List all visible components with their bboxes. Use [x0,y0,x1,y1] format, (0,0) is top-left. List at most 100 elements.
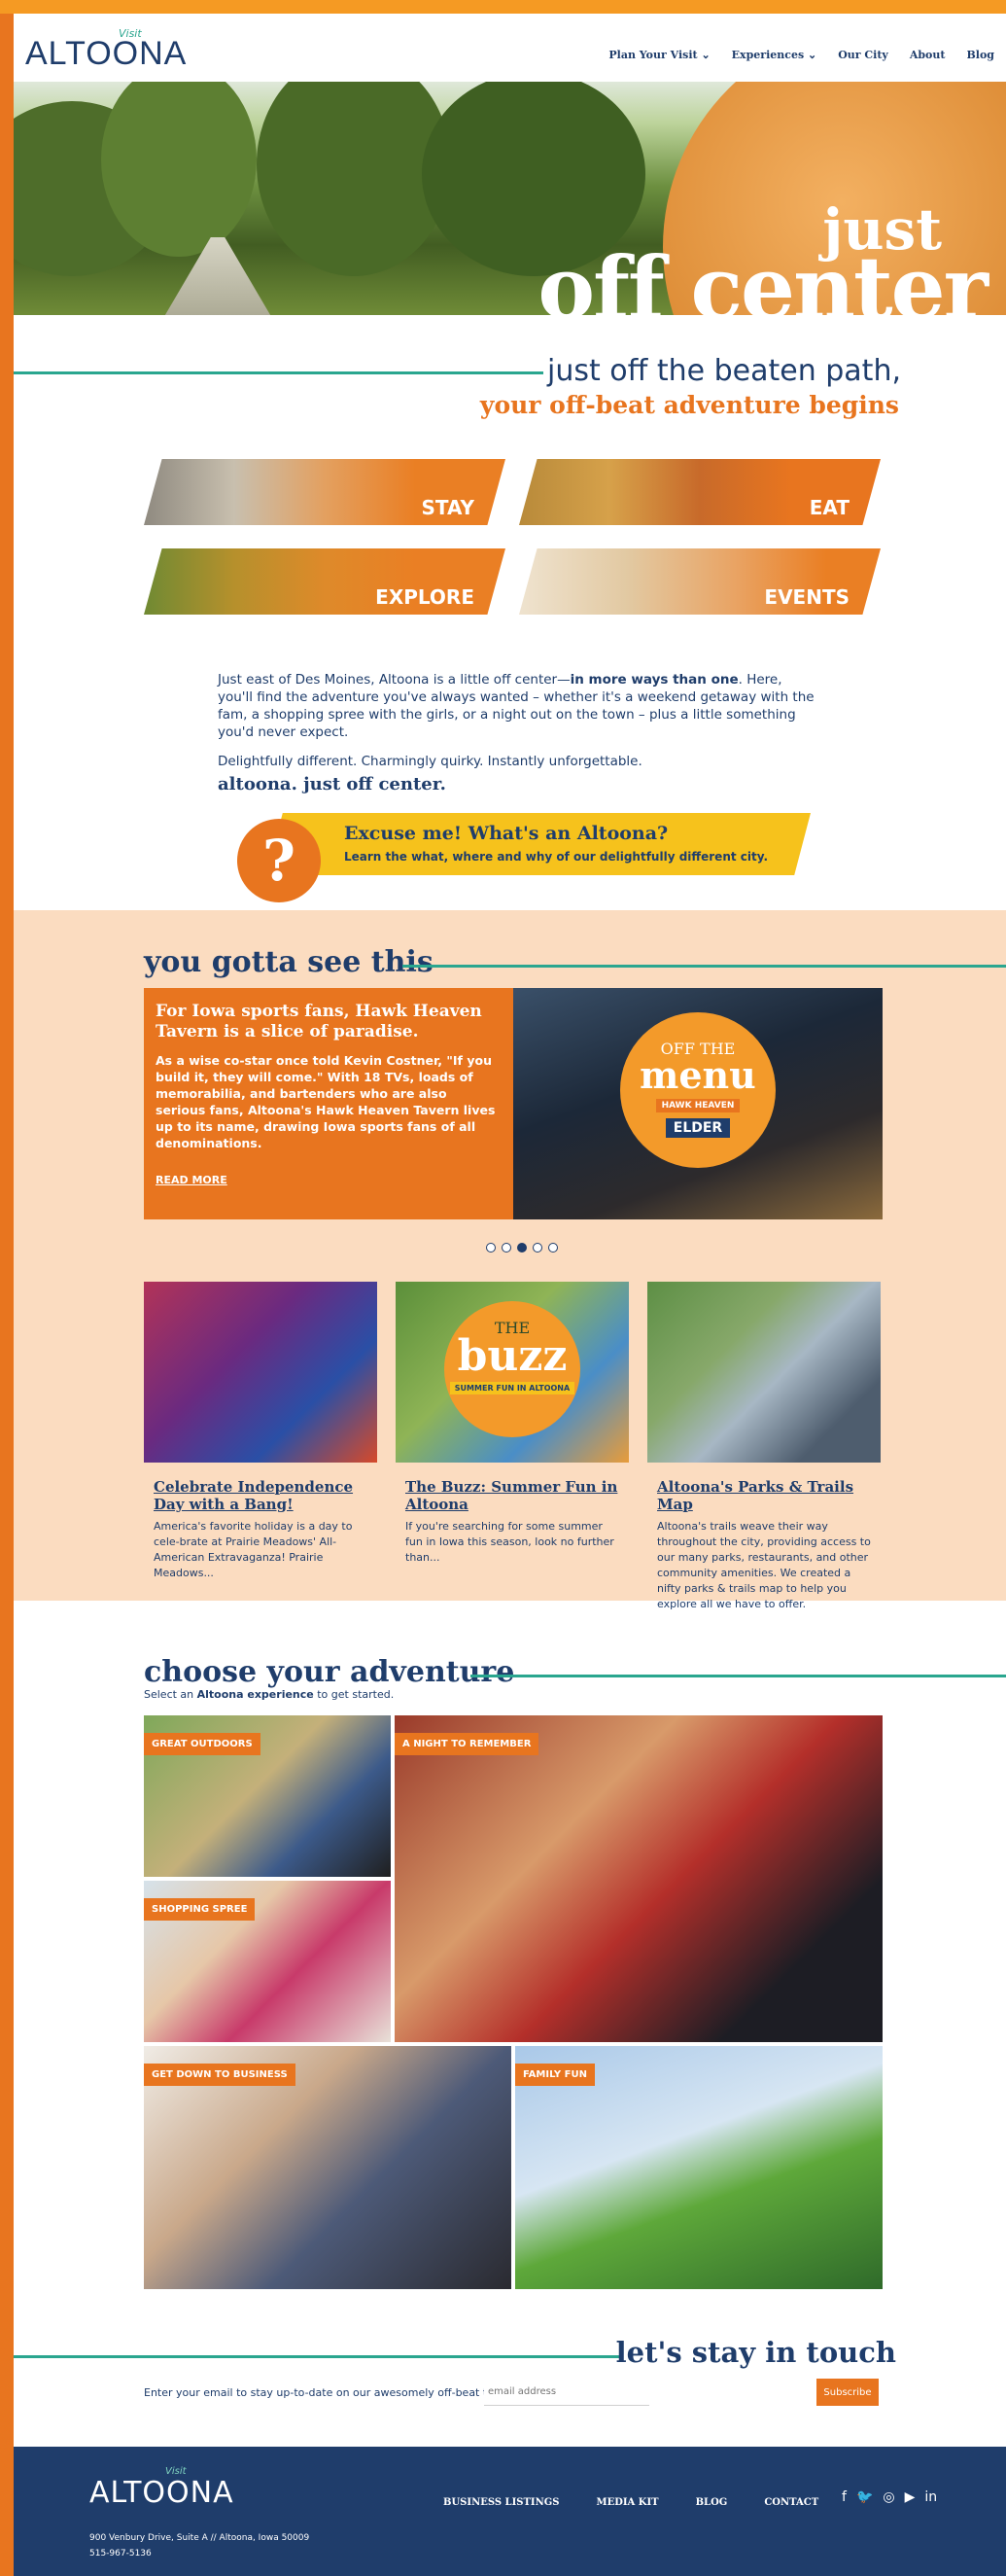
hero-headline-bottom: off center [538,237,989,315]
see-this-rule [402,965,1006,968]
intro-text: Just east of Des Moines, Altoona is a li… [218,671,820,805]
featured-text: For Iowa sports fans, Hawk Heaven Tavern… [156,1002,496,1151]
badge-great-outdoors: GREAT OUTDOORS [144,1733,260,1755]
see-this-title: you gotta see this [144,945,434,979]
tagline-line2: your off-beat adventure begins [479,391,899,419]
badge-hawk-heaven: HAWK HEAVEN [655,1099,741,1112]
touch-title: let's stay in touch [615,2336,896,2369]
adventure-shopping-spree[interactable]: SHOPPING SPREE [144,1881,391,2042]
footer-link-business-listings[interactable]: BUSINESS LISTINGS [443,2497,560,2508]
footer-link-contact[interactable]: CONTACT [764,2497,818,2508]
read-more-link[interactable]: READ MORE [156,1174,227,1186]
badge-night-to-remember: A NIGHT TO REMEMBER [395,1733,539,1755]
card-text: If you're searching for some summer fun … [405,1520,614,1564]
tile-explore[interactable]: EXPLORE [144,548,505,615]
card-the-buzz[interactable]: THE buzz SUMMER FUN IN ALTOONA The Buzz:… [396,1282,629,1566]
card-title[interactable]: Celebrate Independence Day with a Bang! [144,1478,377,1513]
nav-our-city[interactable]: Our City [838,49,888,61]
tagline-line1: just off the beaten path, [547,354,901,388]
card-text: America's favorite holiday is a day to c… [154,1520,353,1579]
subscribe-button[interactable]: Subscribe [816,2379,879,2406]
badge-get-down-to-business: GET DOWN TO BUSINESS [144,2064,295,2086]
question-icon: ? [237,819,321,902]
tile-stay[interactable]: STAY [144,459,505,525]
footer-address: 900 Venbury Drive, Suite A // Altoona, I… [89,2530,309,2561]
adventure-subtitle: Select an Altoona experience to get star… [144,1688,394,1701]
tile-eat-label: EAT [809,496,850,519]
site-logo[interactable]: Visit ALTOONA [25,27,191,72]
youtube-icon[interactable]: ▶ [905,2489,916,2505]
card-image-tablet [647,1282,881,1463]
adventure-rule [470,1675,1006,1677]
intro-p1a: Just east of Des Moines, Altoona is a li… [218,672,571,688]
card-image-fireworks [144,1282,377,1463]
badge-shopping-spree: SHOPPING SPREE [144,1898,256,1921]
footer-logo[interactable]: Visit ALTOONA [89,2466,234,2510]
adventure-family-fun[interactable]: FAMILY FUN [515,2046,883,2289]
excuse-title: Excuse me! What's an Altoona? [344,823,669,844]
adventure-get-down-to-business[interactable]: GET DOWN TO BUSINESS [144,2046,511,2289]
footer-link-media-kit[interactable]: MEDIA KIT [597,2497,659,2508]
main-nav: Plan Your Visit ⌄ Experiences ⌄ Our City… [608,49,994,61]
buzz-badge: THE buzz SUMMER FUN IN ALTOONA [444,1301,580,1437]
tile-eat[interactable]: EAT [519,459,881,525]
card-parks-trails[interactable]: Altoona's Parks & Trails Map Altoona's t… [647,1282,881,1612]
slider-dot-5[interactable] [548,1243,558,1253]
footer-phone: 515-967-5136 [89,2549,152,2558]
badge-family-fun: FAMILY FUN [515,2064,595,2086]
site-header: Visit ALTOONA Plan Your Visit ⌄ Experien… [14,14,1006,82]
badge-off-the: OFF THE [660,1040,736,1058]
tile-stay-label: STAY [421,496,474,519]
see-this-section: you gotta see this For Iowa sports fans,… [14,910,1006,1610]
logo-word: ALTOONA [25,35,188,72]
instagram-icon[interactable]: ◎ [883,2489,894,2505]
intro-p1b: in more ways than one [570,672,739,688]
site-footer: Visit ALTOONA BUSINESS LISTINGS MEDIA KI… [14,2447,1006,2576]
frame-top-border [0,0,1006,14]
tile-explore-label: EXPLORE [375,585,474,609]
tile-events-label: EVENTS [764,585,850,609]
slider-dot-3[interactable] [517,1243,527,1253]
slider-dot-4[interactable] [533,1243,542,1253]
touch-text: Enter your email to stay up-to-date on o… [144,2386,513,2399]
footer-link-blog[interactable]: BLOG [696,2497,728,2508]
social-icons: f 🐦 ◎ ▶ in [842,2489,937,2505]
adv-sub-b: Altoona experience [196,1688,314,1701]
footer-logo-visit: Visit [165,2466,187,2477]
slider-dot-1[interactable] [486,1243,496,1253]
nav-blog[interactable]: Blog [966,49,994,61]
intro-signature: altoona. just off center. [218,774,446,794]
email-field[interactable] [484,2379,649,2406]
page: Visit ALTOONA Plan Your Visit ⌄ Experien… [14,14,1006,2576]
card-image-buzz: THE buzz SUMMER FUN IN ALTOONA [396,1282,629,1463]
intro-paragraph: Just east of Des Moines, Altoona is a li… [218,671,820,741]
card-title[interactable]: Altoona's Parks & Trails Map [647,1478,881,1513]
adventure-title: choose your adventure [144,1655,515,1689]
facebook-icon[interactable]: f [842,2489,847,2505]
nav-plan-your-visit[interactable]: Plan Your Visit ⌄ [608,49,710,61]
linkedin-icon[interactable]: in [924,2489,937,2505]
badge-menu: menu [640,1053,756,1097]
buzz-word: buzz [457,1331,568,1381]
buzz-sub: SUMMER FUN IN ALTOONA [449,1382,575,1394]
slider-dot-2[interactable] [502,1243,511,1253]
nav-about[interactable]: About [910,49,946,61]
card-title[interactable]: The Buzz: Summer Fun in Altoona [396,1478,629,1513]
adv-sub-c: to get started. [313,1688,395,1701]
intro-tagline: Delightfully different. Charmingly quirk… [218,754,642,769]
nav-experiences[interactable]: Experiences ⌄ [732,49,817,61]
adventure-night-to-remember[interactable]: A NIGHT TO REMEMBER [395,1715,883,2042]
twitter-icon[interactable]: 🐦 [856,2489,873,2505]
adventure-great-outdoors[interactable]: GREAT OUTDOORS [144,1715,391,1877]
footer-street: 900 Venbury Drive, Suite A // Altoona, I… [89,2533,310,2543]
featured-photo: OFF THE menu HAWK HEAVEN ELDER [513,988,883,1219]
tagline-rule [14,371,543,374]
featured-body: As a wise co-star once told Kevin Costne… [156,1053,496,1150]
tile-events[interactable]: EVENTS [519,548,881,615]
excuse-me-banner[interactable]: Excuse me! What's an Altoona? Learn the … [266,813,811,875]
slider-dots [486,1243,558,1253]
footer-links: BUSINESS LISTINGS MEDIA KIT BLOG CONTACT [443,2497,818,2508]
card-independence-day[interactable]: Celebrate Independence Day with a Bang! … [144,1282,377,1581]
hero-banner: just off center [14,82,1006,315]
badge-elder: ELDER [665,1118,731,1138]
